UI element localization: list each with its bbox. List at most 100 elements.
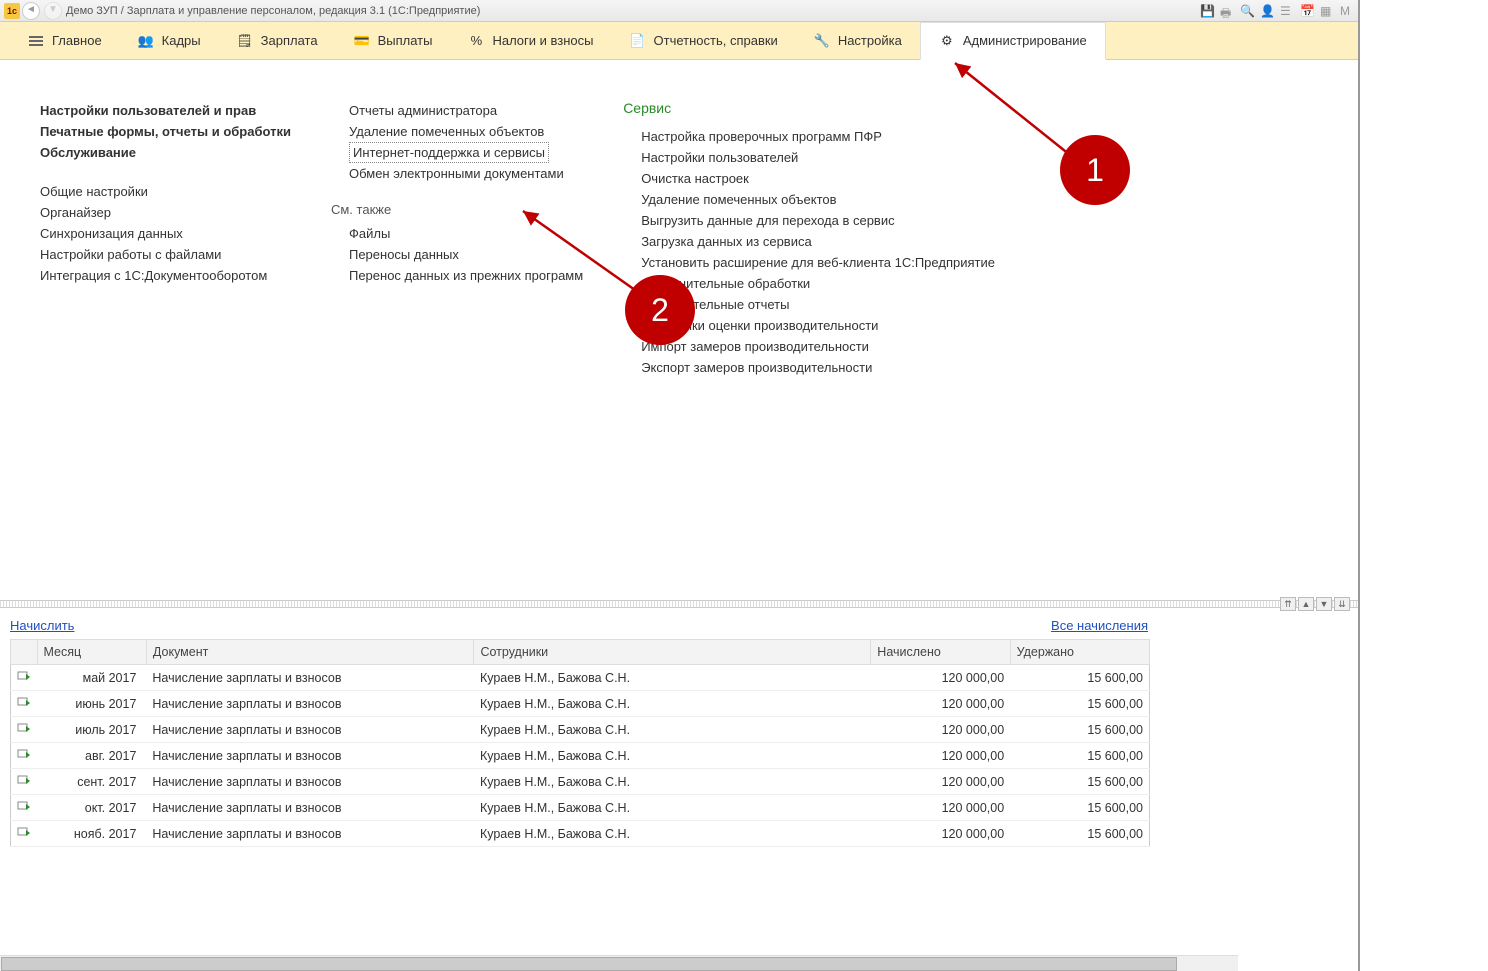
window-title: Демо ЗУП / Зарплата и управление персона… (66, 5, 1200, 17)
cell-doc: Начисление зарплаты и взносов (146, 665, 474, 691)
srv-webext[interactable]: Установить расширение для веб-клиента 1С… (623, 252, 995, 273)
cell-month: июль 2017 (37, 717, 146, 743)
link-admin-reports[interactable]: Отчеты администратора (331, 100, 583, 121)
cell-ded: 15 600,00 (1010, 821, 1149, 847)
th-ded[interactable]: Удержано (1010, 640, 1149, 665)
nav-label: Зарплата (261, 33, 318, 48)
th-acc[interactable]: Начислено (871, 640, 1010, 665)
hamburger-icon (28, 33, 44, 49)
print-icon[interactable]: 🖶 (1220, 4, 1234, 18)
nav-nalogi[interactable]: % Налоги и взносы (450, 22, 611, 60)
cell-ded: 15 600,00 (1010, 795, 1149, 821)
people-icon: 👥 (138, 33, 154, 49)
search-icon[interactable]: 🔍 (1240, 4, 1254, 18)
document-icon (17, 748, 31, 760)
link-1c-docflow[interactable]: Интеграция с 1С:Документооборотом (40, 265, 291, 286)
table-header-row: Месяц Документ Сотрудники Начислено Удер… (11, 640, 1150, 665)
nav-vyplaty[interactable]: 💳 Выплаты (336, 22, 451, 60)
link-file-settings[interactable]: Настройки работы с файлами (40, 244, 291, 265)
cell-emp: Кураев Н.М., Бажова С.Н. (474, 821, 871, 847)
link-print-forms[interactable]: Печатные формы, отчеты и обработки (40, 121, 291, 142)
link-maintenance[interactable]: Обслуживание (40, 142, 291, 163)
srv-pfr[interactable]: Настройка проверочных программ ПФР (623, 126, 995, 147)
link-delete-marked[interactable]: Удаление помеченных объектов (331, 121, 583, 142)
cell-month: май 2017 (37, 665, 146, 691)
cell-icon (11, 769, 38, 795)
link-user-rights[interactable]: Настройки пользователей и прав (40, 100, 291, 121)
cell-icon (11, 691, 38, 717)
link-general-settings[interactable]: Общие настройки (40, 181, 291, 202)
back-button[interactable]: ◄ (22, 2, 40, 20)
nav-label: Главное (52, 33, 102, 48)
table-row[interactable]: май 2017Начисление зарплаты и взносовКур… (11, 665, 1150, 691)
nav-label: Кадры (162, 33, 201, 48)
nav-zarplata[interactable]: 🗒 Зарплата (219, 22, 336, 60)
calc-icon: 🗒 (237, 33, 253, 49)
cell-doc: Начисление зарплаты и взносов (146, 821, 474, 847)
nav-otchet[interactable]: 📄 Отчетность, справки (612, 22, 796, 60)
link-internet-support[interactable]: Интернет-поддержка и сервисы (349, 142, 549, 163)
titlebar-tools: 💾 🖶 🔍 👤 ☰ 📅 ▦ M (1200, 4, 1354, 18)
cell-doc: Начисление зарплаты и взносов (146, 795, 474, 821)
table-row[interactable]: сент. 2017Начисление зарплаты и взносовК… (11, 769, 1150, 795)
srv-users[interactable]: Настройки пользователей (623, 147, 995, 168)
split-up-icon[interactable]: ▲ (1298, 597, 1314, 611)
split-up-full-icon[interactable]: ⇈ (1280, 597, 1296, 611)
cell-acc: 120 000,00 (871, 691, 1010, 717)
link-data-transfers[interactable]: Переносы данных (331, 244, 583, 265)
link-data-migrate[interactable]: Перенос данных из прежних программ (331, 265, 583, 286)
cell-icon (11, 821, 38, 847)
cell-month: сент. 2017 (37, 769, 146, 795)
cell-icon (11, 795, 38, 821)
table-row[interactable]: нояб. 2017Начисление зарплаты и взносовК… (11, 821, 1150, 847)
cell-icon (11, 665, 38, 691)
link-all-calcs[interactable]: Все начисления (1051, 618, 1148, 633)
list-icon[interactable]: ☰ (1280, 4, 1294, 18)
user-icon[interactable]: 👤 (1260, 4, 1274, 18)
cell-emp: Кураев Н.М., Бажова С.Н. (474, 769, 871, 795)
m-icon[interactable]: M (1340, 4, 1354, 18)
cell-month: июнь 2017 (37, 691, 146, 717)
link-organizer[interactable]: Органайзер (40, 202, 291, 223)
annotation-badge-1: 1 (1060, 135, 1130, 205)
srv-import[interactable]: Загрузка данных из сервиса (623, 231, 995, 252)
splitter[interactable]: ⇈ ▲ ▼ ⇊ (0, 600, 1358, 608)
nav-kadry[interactable]: 👥 Кадры (120, 22, 219, 60)
link-files[interactable]: Файлы (331, 223, 583, 244)
see-also-head: См. также (331, 202, 583, 217)
gear-icon: ⚙ (939, 33, 955, 49)
table-row[interactable]: июль 2017Начисление зарплаты и взносовКу… (11, 717, 1150, 743)
nav-main[interactable]: Главное (10, 22, 120, 60)
save-icon[interactable]: 💾 (1200, 4, 1214, 18)
calc-icon[interactable]: ▦ (1320, 4, 1334, 18)
fwd-button[interactable]: ▼ (44, 2, 62, 20)
link-sync[interactable]: Синхронизация данных (40, 223, 291, 244)
wrench-icon: 🔧 (814, 33, 830, 49)
nav-admin[interactable]: ⚙ Администрирование (920, 22, 1106, 60)
link-edoc-exchange[interactable]: Обмен электронными документами (331, 163, 583, 184)
cell-emp: Кураев Н.М., Бажова С.Н. (474, 665, 871, 691)
srv-perfexp[interactable]: Экспорт замеров производительности (623, 357, 995, 378)
nav-label: Налоги и взносы (492, 33, 593, 48)
table-row[interactable]: июнь 2017Начисление зарплаты и взносовКу… (11, 691, 1150, 717)
th-icon[interactable] (11, 640, 38, 665)
cell-month: авг. 2017 (37, 743, 146, 769)
srv-export[interactable]: Выгрузить данные для перехода в сервис (623, 210, 995, 231)
th-doc[interactable]: Документ (146, 640, 474, 665)
table-row[interactable]: окт. 2017Начисление зарплаты и взносовКу… (11, 795, 1150, 821)
th-month[interactable]: Месяц (37, 640, 146, 665)
table-row[interactable]: авг. 2017Начисление зарплаты и взносовКу… (11, 743, 1150, 769)
srv-delmarked[interactable]: Удаление помеченных объектов (623, 189, 995, 210)
srv-clean[interactable]: Очистка настроек (623, 168, 995, 189)
split-down-full-icon[interactable]: ⇊ (1334, 597, 1350, 611)
col-mid: Отчеты администратора Удаление помеченны… (331, 100, 583, 378)
horizontal-scrollbar[interactable] (0, 955, 1238, 971)
nav-nastroika[interactable]: 🔧 Настройка (796, 22, 920, 60)
document-icon (17, 800, 31, 812)
calendar-icon[interactable]: 📅 (1300, 4, 1314, 18)
link-calculate[interactable]: Начислить (10, 618, 74, 633)
main-nav: Главное 👥 Кадры 🗒 Зарплата 💳 Выплаты % Н… (0, 22, 1358, 60)
th-emp[interactable]: Сотрудники (474, 640, 871, 665)
cell-emp: Кураев Н.М., Бажова С.Н. (474, 717, 871, 743)
split-down-icon[interactable]: ▼ (1316, 597, 1332, 611)
